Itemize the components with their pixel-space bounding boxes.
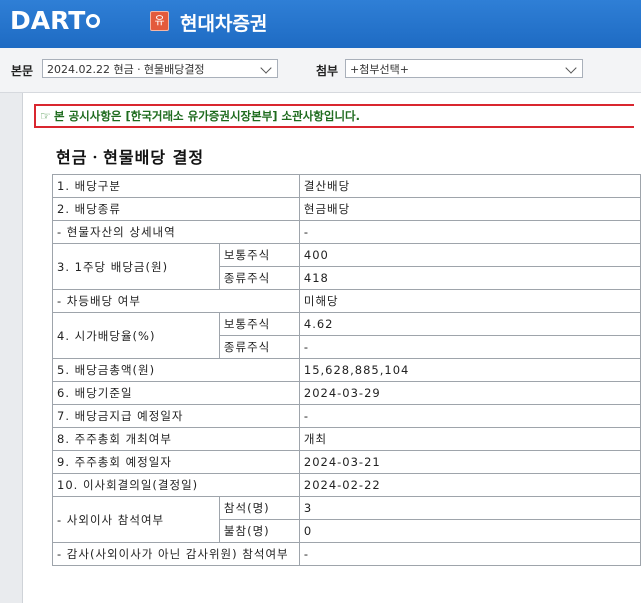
row-sublabel: 종류주식: [218, 266, 300, 290]
table-row: - 감사(사외이사가 아닌 감사위원) 참석여부 -: [52, 542, 641, 566]
table-row: - 사외이사 참석여부 참석(명) 3: [52, 496, 641, 543]
row-value: 400: [298, 243, 641, 267]
row-value: 개최: [298, 427, 641, 451]
row-sublabel: 불참(명): [218, 519, 300, 543]
row-value: 3: [298, 496, 641, 520]
row-value: 결산배당: [298, 174, 641, 198]
row-label: 4. 시가배당율(%): [52, 312, 220, 359]
row-label: 6. 배당기준일: [52, 381, 300, 405]
table-row: 3. 1주당 배당금(원) 보통주식 400: [52, 243, 641, 290]
row-value: 418: [298, 266, 641, 290]
row-label: 3. 1주당 배당금(원): [52, 243, 220, 290]
row-value: -: [298, 220, 641, 244]
row-label: 1. 배당구분: [52, 174, 300, 198]
row-sublabel: 참석(명): [218, 496, 300, 520]
table-row: 8. 주주총회 개최여부 개최: [52, 427, 641, 451]
row-value: 4.62: [298, 312, 641, 336]
table-row: 9. 주주총회 예정일자 2024-03-21: [52, 450, 641, 474]
app-header: DART 유 현대차증권: [0, 0, 641, 48]
pointing-hand-icon: ☞: [40, 109, 51, 123]
row-sublabel: 보통주식: [218, 243, 300, 267]
chevron-down-icon: [260, 62, 272, 74]
row-label: 9. 주주총회 예정일자: [52, 450, 300, 474]
document-title: 현금ㆍ현물배당 결정: [56, 148, 205, 167]
main-doc-select-value: 2024.02.22 현금ㆍ현물배당결정: [47, 63, 205, 76]
row-value: -: [298, 404, 641, 428]
table-row: 5. 배당금총액(원) 15,628,885,104: [52, 358, 641, 382]
table-row: - 차등배당 여부 미해당: [52, 289, 641, 313]
notice-text: 본 공시사항은 [한국거래소 유가증권시장본부] 소관사항입니다.: [54, 109, 360, 123]
main-doc-label: 본문: [11, 64, 34, 78]
row-label: - 감사(사외이사가 아닌 감사위원) 참석여부: [52, 542, 300, 566]
chevron-down-icon: [565, 62, 577, 74]
row-value: 0: [298, 519, 641, 543]
dart-logo[interactable]: DART: [10, 6, 101, 35]
row-label: - 차등배당 여부: [52, 289, 300, 313]
row-label: 8. 주주총회 개최여부: [52, 427, 300, 451]
attach-label: 첨부: [316, 64, 339, 78]
row-value: -: [298, 542, 641, 566]
table-row: 2. 배당종류 현금배당: [52, 197, 641, 221]
row-value: 2024-03-21: [298, 450, 641, 474]
row-label: 2. 배당종류: [52, 197, 300, 221]
table-row: - 현물자산의 상세내역 -: [52, 220, 641, 244]
row-sublabel: 보통주식: [218, 312, 300, 336]
row-label: - 사외이사 참석여부: [52, 496, 220, 543]
table-row: 10. 이사회결의일(결정일) 2024-02-22: [52, 473, 641, 497]
attach-select[interactable]: +첨부선택+: [345, 59, 583, 78]
table-row: 1. 배당구분 결산배당: [52, 174, 641, 198]
row-value: 현금배당: [298, 197, 641, 221]
row-label: 5. 배당금총액(원): [52, 358, 300, 382]
row-value: 2024-03-29: [298, 381, 641, 405]
table-row: 4. 시가배당율(%) 보통주식 4.62: [52, 312, 641, 359]
market-badge: 유: [150, 11, 169, 31]
row-label: - 현물자산의 상세내역: [52, 220, 300, 244]
row-value: 미해당: [298, 289, 641, 313]
logo-text: DART: [10, 6, 86, 35]
company-name: 현대차증권: [180, 13, 268, 35]
main-doc-select[interactable]: 2024.02.22 현금ㆍ현물배당결정: [42, 59, 278, 78]
row-label: 10. 이사회결의일(결정일): [52, 473, 300, 497]
row-label: 7. 배당금지급 예정일자: [52, 404, 300, 428]
row-value: -: [298, 335, 641, 359]
row-value: 2024-02-22: [298, 473, 641, 497]
attach-select-value: +첨부선택+: [350, 63, 409, 76]
dividend-table: 1. 배당구분 결산배당 2. 배당종류 현금배당 - 현물자산의 상세내역 -…: [52, 174, 641, 566]
row-value: 15,628,885,104: [298, 358, 641, 382]
jurisdiction-notice: ☞ 본 공시사항은 [한국거래소 유가증권시장본부] 소관사항입니다.: [34, 104, 634, 128]
row-sublabel: 종류주식: [218, 335, 300, 359]
logo-circle-icon: [86, 14, 101, 28]
table-row: 6. 배당기준일 2024-03-29: [52, 381, 641, 405]
toolbar: 본문 2024.02.22 현금ㆍ현물배당결정 첨부 +첨부선택+: [0, 48, 641, 93]
table-row: 7. 배당금지급 예정일자 -: [52, 404, 641, 428]
